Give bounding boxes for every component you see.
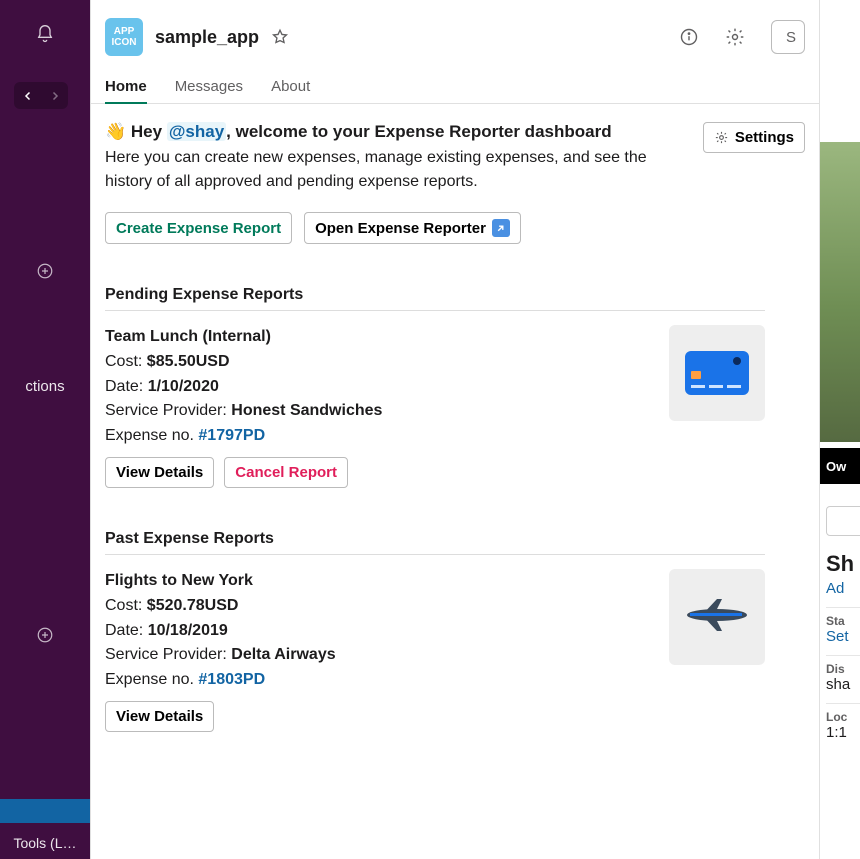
tools-label[interactable]: Tools (L… bbox=[0, 835, 90, 851]
past-report: Flights to New York Cost: $520.78USD Dat… bbox=[105, 569, 765, 732]
display-key: Dis bbox=[826, 662, 860, 676]
wave-emoji: 👋 bbox=[105, 122, 126, 141]
app-icon: APP ICON bbox=[105, 18, 143, 56]
nav-forward-button[interactable] bbox=[41, 82, 68, 109]
tab-about[interactable]: About bbox=[271, 70, 310, 103]
view-details-button[interactable]: View Details bbox=[105, 457, 214, 488]
report-cost: $520.78USD bbox=[147, 597, 239, 614]
report-date: 1/10/2020 bbox=[148, 378, 219, 395]
tab-bar: Home Messages About bbox=[91, 70, 819, 104]
add-link[interactable]: Ad bbox=[826, 580, 860, 597]
app-name: sample_app bbox=[155, 27, 259, 48]
tab-home[interactable]: Home bbox=[105, 70, 147, 103]
profile-photo bbox=[820, 142, 860, 442]
create-expense-button[interactable]: Create Expense Report bbox=[105, 212, 292, 244]
gear-icon bbox=[714, 130, 729, 145]
report-cost: $85.50USD bbox=[147, 353, 230, 370]
airplane-icon bbox=[669, 569, 765, 665]
status-value[interactable]: Set bbox=[826, 628, 860, 645]
status-key: Sta bbox=[826, 614, 860, 628]
localtime-value: 1:1 bbox=[826, 724, 860, 741]
app-home-content: 👋 Hey @shay, welcome to your Expense Rep… bbox=[91, 104, 819, 859]
connections-label: ctions bbox=[0, 378, 90, 395]
history-nav bbox=[14, 82, 68, 109]
welcome-heading: 👋 Hey @shay, welcome to your Expense Rep… bbox=[105, 122, 683, 142]
main-column: APP ICON sample_app S Home Messages Abou… bbox=[90, 0, 820, 859]
report-title: Team Lunch (Internal) bbox=[105, 325, 649, 350]
profile-panel: Ow Sh Ad Sta Set Dis sha Loc 1:1 bbox=[820, 0, 860, 859]
welcome-body: Here you can create new expenses, manage… bbox=[105, 146, 665, 194]
channel-header: APP ICON sample_app S bbox=[91, 0, 819, 70]
report-provider: Honest Sandwiches bbox=[231, 402, 382, 419]
info-icon[interactable] bbox=[679, 27, 699, 47]
view-details-button[interactable]: View Details bbox=[105, 701, 214, 732]
cancel-report-button[interactable]: Cancel Report bbox=[224, 457, 348, 488]
user-mention[interactable]: @shay bbox=[167, 122, 226, 141]
gear-icon[interactable] bbox=[725, 27, 745, 47]
bell-icon[interactable] bbox=[35, 24, 55, 44]
past-section-title: Past Expense Reports bbox=[105, 530, 765, 555]
search-input[interactable]: S bbox=[771, 20, 805, 54]
profile-action-button[interactable] bbox=[826, 506, 860, 536]
settings-button[interactable]: Settings bbox=[703, 122, 805, 153]
star-icon[interactable] bbox=[271, 28, 289, 46]
display-value: sha bbox=[826, 676, 860, 693]
pending-report: Team Lunch (Internal) Cost: $85.50USD Da… bbox=[105, 325, 765, 488]
profile-name: Sh bbox=[826, 552, 860, 576]
nav-back-button[interactable] bbox=[14, 82, 41, 109]
credit-card-icon bbox=[669, 325, 765, 421]
report-title: Flights to New York bbox=[105, 569, 649, 594]
pending-section-title: Pending Expense Reports bbox=[105, 286, 765, 311]
workspace-rail: ctions Tools (L… bbox=[0, 0, 90, 859]
add-channel-icon[interactable] bbox=[36, 262, 54, 280]
owner-badge: Ow bbox=[820, 448, 860, 484]
report-provider: Delta Airways bbox=[231, 646, 335, 663]
search-placeholder: S bbox=[786, 29, 796, 46]
localtime-key: Loc bbox=[826, 710, 860, 724]
external-link-icon bbox=[492, 219, 510, 237]
add-app-icon[interactable] bbox=[36, 626, 54, 644]
open-reporter-button[interactable]: Open Expense Reporter bbox=[304, 212, 521, 244]
report-expense-link[interactable]: #1803PD bbox=[198, 671, 265, 688]
tab-messages[interactable]: Messages bbox=[175, 70, 243, 103]
report-date: 10/18/2019 bbox=[148, 622, 228, 639]
report-expense-link[interactable]: #1797PD bbox=[198, 427, 265, 444]
active-workspace-highlight bbox=[0, 799, 90, 823]
